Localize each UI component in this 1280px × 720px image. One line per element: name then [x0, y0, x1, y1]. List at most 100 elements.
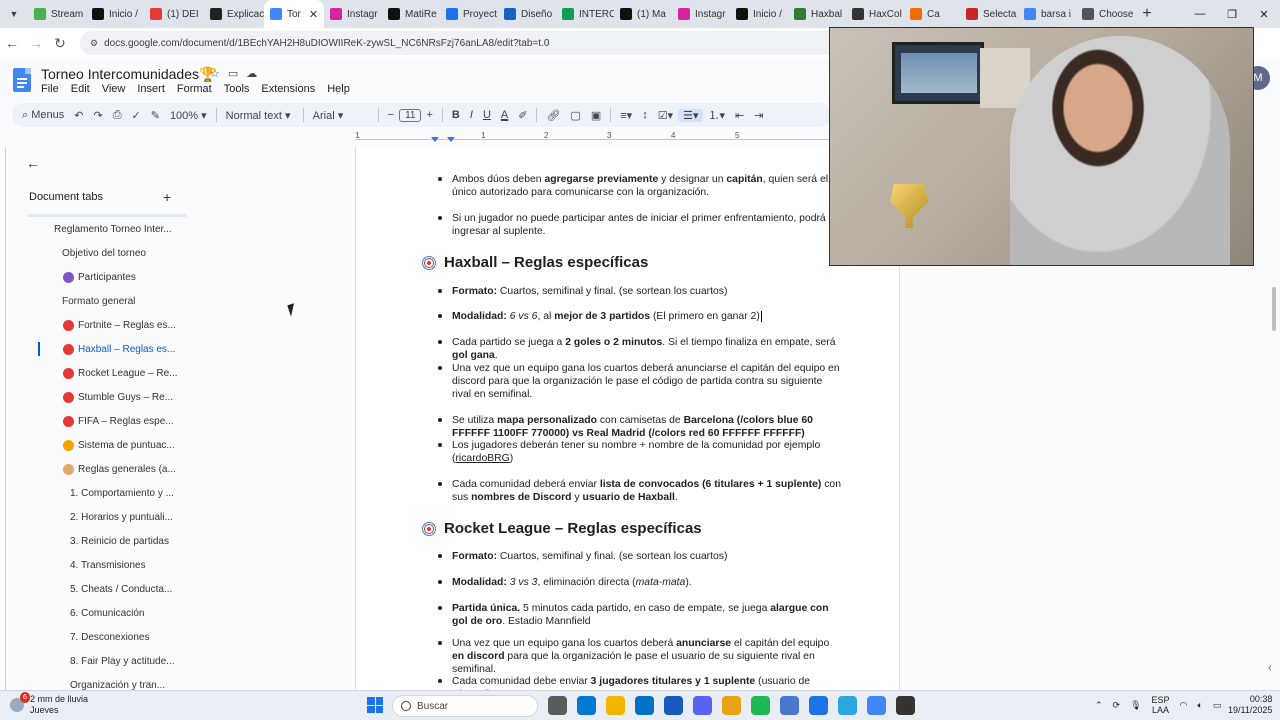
browser-tab[interactable]: Diseño [498, 0, 556, 28]
volume-icon[interactable]: 🔈︎ [1197, 700, 1202, 711]
indent-marker[interactable] [431, 137, 439, 142]
outline-item[interactable]: 5. Cheats / Conducta... [70, 584, 205, 595]
clock[interactable]: 00:38 19/11/2025 [1228, 694, 1272, 716]
browser-tab[interactable]: (1) DEI [144, 0, 204, 28]
browser-tab[interactable]: INTERC [556, 0, 614, 28]
spellcheck-icon[interactable]: ✓ [127, 109, 146, 122]
taskbar-app-icon[interactable] [838, 696, 857, 715]
outline-item[interactable]: Haxball – Reglas es... [63, 344, 205, 355]
image-icon[interactable]: ▣ [586, 109, 606, 122]
menu-view[interactable]: View [102, 83, 126, 95]
browser-tab[interactable]: Inicio / [86, 0, 144, 28]
maximize-button[interactable]: ❐ [1216, 8, 1248, 21]
url-bar[interactable]: ⚙ docs.google.com/document/d/1BEchYAH2H8… [80, 31, 840, 55]
search-menus[interactable]: ⌕ Menus [12, 109, 69, 122]
browser-tab[interactable]: Instagr [672, 0, 730, 28]
browser-tab[interactable]: HaxCol [846, 0, 904, 28]
mic-icon[interactable]: 🎙︎ [1130, 700, 1141, 711]
decrease-font-size-icon[interactable]: − [383, 109, 399, 121]
increase-font-size-icon[interactable]: + [421, 109, 437, 121]
menu-extensions[interactable]: Extensions [261, 83, 315, 95]
link-icon[interactable]: 🔗︎ [541, 109, 565, 122]
outline-item[interactable]: Formato general [62, 296, 205, 307]
new-tab-button[interactable]: + [1134, 5, 1160, 23]
site-info-icon[interactable]: ⚙ [90, 38, 98, 49]
outline-item[interactable]: Stumble Guys – Re... [63, 392, 205, 403]
wifi-icon[interactable]: ◠ [1180, 700, 1188, 711]
docs-logo-icon[interactable] [13, 68, 31, 92]
browser-tab[interactable]: barsa i [1018, 0, 1076, 28]
menu-tools[interactable]: Tools [224, 83, 250, 95]
browser-tab[interactable]: Choose [1076, 0, 1134, 28]
taskbar-app-icon[interactable] [809, 696, 828, 715]
browser-tab[interactable]: Inicio / [730, 0, 788, 28]
forward-button[interactable]: → [24, 35, 48, 51]
taskbar-app-icon[interactable] [867, 696, 886, 715]
paint-format-icon[interactable]: ✎ [146, 109, 165, 122]
undo-icon[interactable]: ↶ [69, 109, 88, 122]
browser-tab[interactable]: Explicac [204, 0, 264, 28]
menu-help[interactable]: Help [327, 83, 350, 95]
cloud-saved-icon[interactable]: ☁ [246, 67, 257, 80]
battery-icon[interactable]: ▭ [1213, 700, 1222, 711]
outline-item[interactable]: Reglamento Torneo Inter... [54, 224, 204, 235]
underline-icon[interactable]: U [478, 109, 496, 121]
outline-item[interactable]: 7. Desconexiones [70, 632, 205, 643]
browser-tab[interactable]: Tor ✕ [264, 0, 324, 28]
add-tab-button[interactable]: + [163, 189, 171, 205]
outline-item[interactable]: 1. Comportamiento y ... [70, 488, 205, 499]
browser-tab[interactable]: Instagr [324, 0, 382, 28]
outline-item[interactable]: Organización y tran... [70, 680, 205, 690]
menu-file[interactable]: File [41, 83, 59, 95]
numbered-list-icon[interactable]: ⒈▾ [703, 107, 730, 123]
bulleted-list-icon[interactable]: ☰▾ [678, 108, 704, 122]
back-button[interactable]: ← [0, 35, 24, 51]
taskbar-app-icon[interactable] [722, 696, 741, 715]
browser-tab[interactable]: MatiRe [382, 0, 440, 28]
document-page[interactable]: Ambos dúos deben agregarse previamente y… [355, 147, 900, 692]
font-select[interactable]: Arial ▾ [308, 109, 374, 122]
document-title[interactable]: Torneo Intercomunidades🏆 [41, 66, 216, 83]
taskbar-app-icon[interactable] [751, 696, 770, 715]
close-window-button[interactable]: ✕ [1248, 8, 1280, 21]
italic-icon[interactable]: I [465, 109, 478, 121]
browser-tab[interactable]: Stream [28, 0, 86, 28]
menu-edit[interactable]: Edit [71, 83, 90, 95]
taskbar-app-icon[interactable] [664, 696, 683, 715]
star-icon[interactable]: ☆ [210, 67, 220, 80]
reload-button[interactable]: ↻ [48, 35, 72, 52]
comment-icon[interactable]: ▢ [565, 109, 585, 122]
zoom-select[interactable]: 100% ▾ [165, 109, 212, 122]
menu-insert[interactable]: Insert [137, 83, 165, 95]
sync-icon[interactable]: ⟳ [1113, 700, 1121, 711]
print-icon[interactable]: ⎙ [108, 109, 127, 122]
browser-tab[interactable]: Haxbal [788, 0, 846, 28]
taskbar-app-icon[interactable] [548, 696, 567, 715]
outline-item[interactable]: Reglas generales (a... [63, 464, 205, 475]
outline-item[interactable]: 4. Transmisiones [70, 560, 205, 571]
taskbar-app-icon[interactable] [896, 696, 915, 715]
browser-tab[interactable]: Ca [904, 0, 960, 28]
increase-indent-icon[interactable]: ⇥ [749, 109, 768, 122]
bold-icon[interactable]: B [447, 109, 465, 121]
line-spacing-icon[interactable]: ↕ [637, 109, 653, 121]
outline-item[interactable]: Fortnite – Reglas es... [63, 320, 205, 331]
taskbar-search[interactable]: Buscar [392, 695, 538, 717]
outline-item[interactable]: 2. Horarios y puntuali... [70, 512, 205, 523]
page-scrollbar[interactable] [1272, 287, 1276, 331]
align-icon[interactable]: ≡▾ [615, 109, 637, 122]
weather-widget[interactable]: 6 2 mm de lluvia Jueves [10, 692, 88, 716]
outline-item[interactable]: Participantes [63, 272, 205, 283]
style-select[interactable]: Normal text ▾ [221, 109, 299, 122]
horizontal-ruler[interactable]: 1 1 2 3 4 5 [355, 131, 900, 143]
outline-item[interactable]: FIFA – Reglas espe... [63, 416, 205, 427]
move-folder-icon[interactable]: ▭ [228, 67, 238, 80]
taskbar-app-icon[interactable] [780, 696, 799, 715]
browser-tab[interactable]: (1) Ma [614, 0, 672, 28]
outline-item[interactable]: Objetivo del torneo [62, 248, 205, 259]
tab-search-button[interactable]: ▼ [0, 0, 28, 28]
vertical-ruler[interactable] [0, 147, 6, 692]
side-panel-toggle-icon[interactable]: ‹ [1268, 662, 1272, 674]
font-size-input[interactable]: 11 [399, 108, 422, 122]
redo-icon[interactable]: ↷ [88, 109, 107, 122]
